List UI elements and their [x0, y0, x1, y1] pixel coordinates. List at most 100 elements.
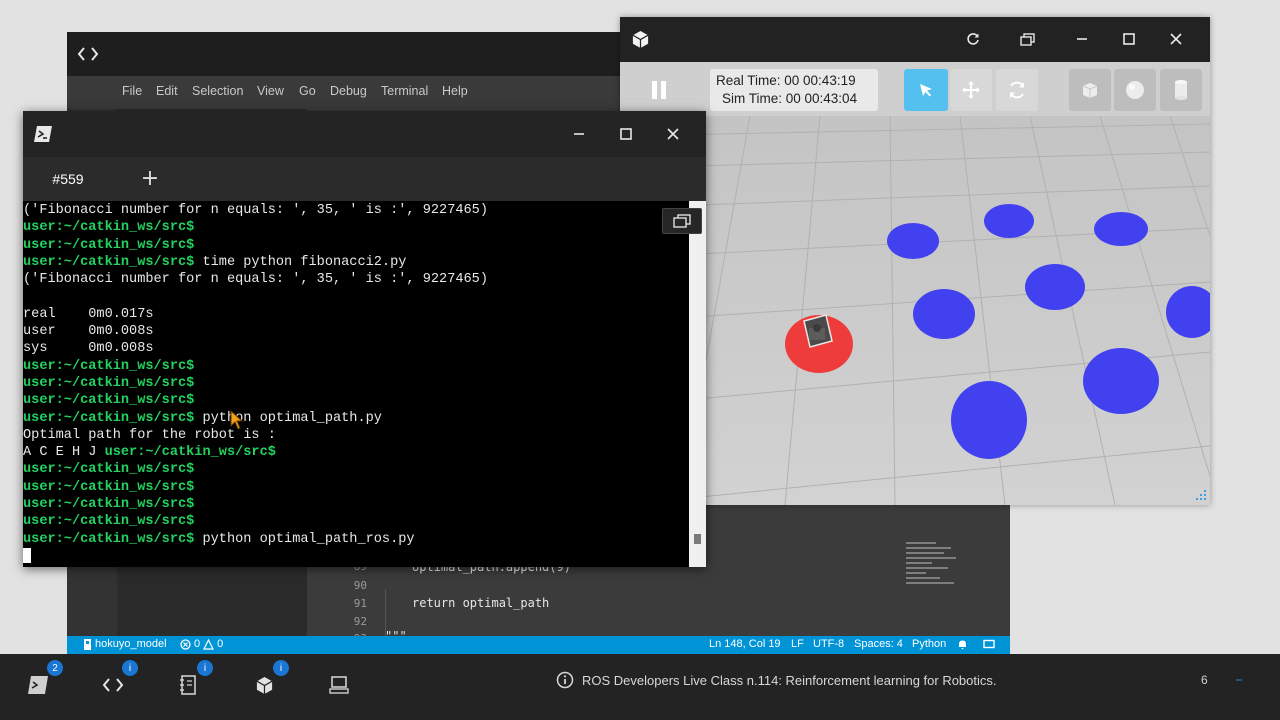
sphere-shape-button[interactable]: [1114, 69, 1156, 111]
maximize-button[interactable]: [615, 123, 637, 145]
warning-count: 0: [217, 638, 224, 650]
obstacle-cylinder: [913, 289, 975, 339]
copy-button[interactable]: [662, 208, 702, 234]
terminal-titlebar: [23, 111, 706, 157]
terminal-line: user:~/catkin_ws/src$ time python fibona…: [23, 254, 689, 271]
translate-mode-button[interactable]: [950, 69, 992, 111]
menu-view[interactable]: View: [257, 84, 284, 98]
close-button[interactable]: [662, 123, 684, 145]
box-icon: [1082, 83, 1098, 98]
pause-button[interactable]: [638, 69, 680, 111]
code-brackets-icon[interactable]: [77, 46, 99, 62]
bell-icon[interactable]: [957, 639, 968, 650]
branch-name: hokuyo_model: [95, 638, 167, 650]
menu-edit[interactable]: Edit: [156, 84, 178, 98]
robot-model[interactable]: [803, 314, 833, 348]
dock-gazebo-button[interactable]: i: [249, 660, 289, 700]
code-brackets-icon: [102, 678, 124, 692]
class-info: ROS Developers Live Class n.114: Reinfor…: [556, 671, 997, 689]
menu-terminal[interactable]: Terminal: [381, 84, 428, 98]
info-icon: [556, 671, 574, 689]
terminal-output-text: real 0m0.017s: [23, 306, 154, 322]
dock-desktop-button[interactable]: [324, 670, 354, 700]
corner-indicator-icon: [1233, 674, 1245, 686]
gazebo-window: Real Time: 00 00:43:19 Sim Time: 00 00:4…: [620, 17, 1210, 505]
terminal-line: user:~/catkin_ws/src$: [23, 375, 689, 392]
terminal-output-text: user 0m0.008s: [23, 324, 154, 340]
terminal-line: Optimal path for the robot is :: [23, 427, 689, 444]
shell-badge: 2: [47, 660, 63, 676]
shell-prompt: user:~/catkin_ws/src$: [23, 237, 195, 253]
terminal-output[interactable]: ('Fibonacci number for n equals: ', 35, …: [23, 201, 689, 567]
terminal-line: user:~/catkin_ws/src$: [23, 496, 689, 513]
line-number: 91: [353, 597, 367, 610]
rotate-mode-button[interactable]: [996, 69, 1038, 111]
terminal-output-text: ('Fibonacci number for n equals: ', 35, …: [23, 272, 488, 288]
terminal-tab[interactable]: #559: [23, 157, 113, 201]
terminal-output-text: python optimal_path.py: [194, 410, 382, 426]
editor-minimap[interactable]: [906, 539, 962, 609]
shell-prompt-icon: [34, 126, 52, 142]
shell-prompt: user:~/catkin_ws/src$: [23, 220, 195, 236]
gazebo-badge: i: [273, 660, 289, 676]
encoding-indicator[interactable]: UTF-8: [813, 638, 844, 650]
shell-prompt: user:~/catkin_ws/src$: [23, 254, 195, 270]
gazebo-cube-icon: [256, 676, 272, 694]
terminal-line: user:~/catkin_ws/src$: [23, 358, 689, 375]
indent-guide: [385, 589, 386, 641]
cylinder-shape-button[interactable]: [1160, 69, 1202, 111]
terminal-line: user:~/catkin_ws/src$: [23, 513, 689, 530]
maximize-button[interactable]: [1118, 28, 1140, 50]
bottom-dock: 2 i i i ROS Developers Live Class n.114:…: [0, 654, 1280, 720]
menu-file[interactable]: File: [122, 84, 142, 98]
terminal-output-text: python optimal_path_ros.py: [194, 531, 415, 547]
terminal-line: user:~/catkin_ws/src$ python optimal_pat…: [23, 410, 689, 427]
line-number: 92: [353, 615, 367, 628]
warning-icon: [203, 638, 215, 650]
obstacle-cylinder: [951, 381, 1027, 459]
terminal-scrollbar[interactable]: [689, 201, 706, 567]
popout-icon[interactable]: [1016, 28, 1038, 50]
reload-icon[interactable]: [962, 28, 984, 50]
minimize-button[interactable]: [568, 123, 590, 145]
menu-selection[interactable]: Selection: [192, 84, 243, 98]
problems-indicator[interactable]: 0 0: [180, 638, 223, 650]
indentation-indicator[interactable]: Spaces: 4: [854, 638, 903, 650]
terminal-tabbar: #559 +: [23, 157, 706, 201]
dock-notebook-button[interactable]: i: [173, 660, 213, 700]
obstacle-cylinder: [1083, 348, 1159, 414]
shell-prompt: user:~/catkin_ws/src$: [23, 358, 195, 374]
select-mode-button[interactable]: [904, 69, 948, 111]
menu-debug[interactable]: Debug: [330, 84, 367, 98]
git-branch[interactable]: hokuyo_model: [83, 638, 167, 650]
editor-statusbar: hokuyo_model 0 0 Ln 148, Col 19 LF UTF-8…: [67, 636, 1010, 654]
language-indicator[interactable]: Python: [912, 638, 946, 650]
close-button[interactable]: [1165, 28, 1187, 50]
scrollbar-thumb[interactable]: [694, 534, 701, 544]
feedback-icon[interactable]: [983, 639, 995, 650]
dock-shell-button[interactable]: 2: [23, 660, 63, 700]
menu-go[interactable]: Go: [299, 84, 316, 98]
eol-indicator[interactable]: LF: [791, 638, 804, 650]
cursor-position[interactable]: Ln 148, Col 19: [709, 638, 781, 650]
error-count: 0: [194, 638, 201, 650]
new-tab-button[interactable]: +: [137, 165, 163, 191]
notebook-icon: [180, 675, 196, 695]
page-number: 6: [1201, 673, 1208, 687]
gazebo-3d-viewport[interactable]: [620, 116, 1210, 505]
copy-icon: [673, 214, 691, 228]
class-info-text: ROS Developers Live Class n.114: Reinfor…: [582, 672, 997, 688]
terminal-input-line[interactable]: [23, 547, 689, 565]
menu-help[interactable]: Help: [442, 84, 468, 98]
dock-editor-button[interactable]: i: [98, 660, 138, 700]
real-time: Real Time: 00 00:43:19: [716, 73, 856, 88]
mouse-pointer-icon: [230, 410, 244, 430]
terminal-line: user 0m0.008s: [23, 323, 689, 340]
terminal-output-text: A C E H J: [23, 445, 105, 461]
minimize-button[interactable]: [1071, 28, 1093, 50]
time-display: Real Time: 00 00:43:19 Sim Time: 00 00:4…: [710, 69, 878, 111]
terminal-line: user:~/catkin_ws/src$: [23, 392, 689, 409]
arrow-cursor-icon: [920, 84, 932, 97]
box-shape-button[interactable]: [1069, 69, 1111, 111]
desktop-icon: [329, 676, 349, 694]
